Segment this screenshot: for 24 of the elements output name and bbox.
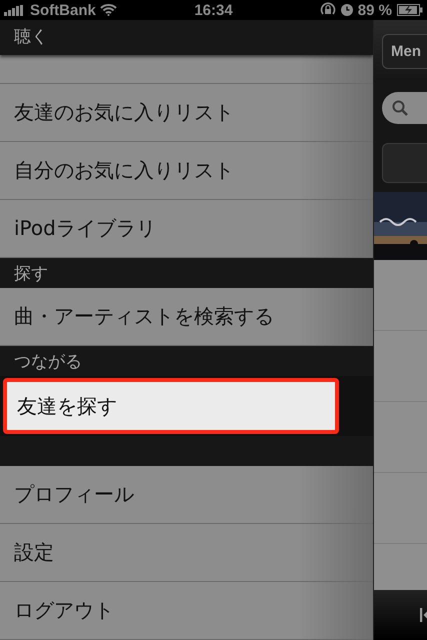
menu-item[interactable]: 設定 xyxy=(0,524,373,582)
section-header: 探す xyxy=(0,258,373,288)
menu-item[interactable]: 自分のお気に入りリスト xyxy=(0,142,373,200)
wifi-icon xyxy=(100,4,117,16)
skip-back-icon[interactable] xyxy=(420,607,427,623)
search-field[interactable] xyxy=(382,92,427,124)
menu-item[interactable]: 友達を探す xyxy=(3,378,339,434)
menu-item[interactable]: 友達のお気に入りリスト xyxy=(0,84,373,142)
menu-item[interactable]: プロフィール xyxy=(0,466,373,524)
dark-button[interactable] xyxy=(382,143,427,183)
search-icon xyxy=(392,100,408,116)
section-header: 聴く xyxy=(0,20,373,55)
menu-item[interactable] xyxy=(0,55,373,84)
carrier-name: SoftBank xyxy=(30,2,96,18)
battery-percent: 89 % xyxy=(358,2,392,18)
battery-charging-icon xyxy=(397,4,423,16)
section-header: つながる xyxy=(0,346,373,376)
menu-item[interactable]: ログアウト xyxy=(0,582,373,640)
clock-time: 16:34 xyxy=(194,2,233,18)
signal-icon xyxy=(4,4,26,16)
menu-button[interactable]: Men xyxy=(382,34,427,68)
menu-item[interactable]: 曲・アーティストを検索する xyxy=(0,288,373,346)
menu-item[interactable]: iPodライブラリ xyxy=(0,200,373,258)
alarm-icon xyxy=(340,4,353,16)
